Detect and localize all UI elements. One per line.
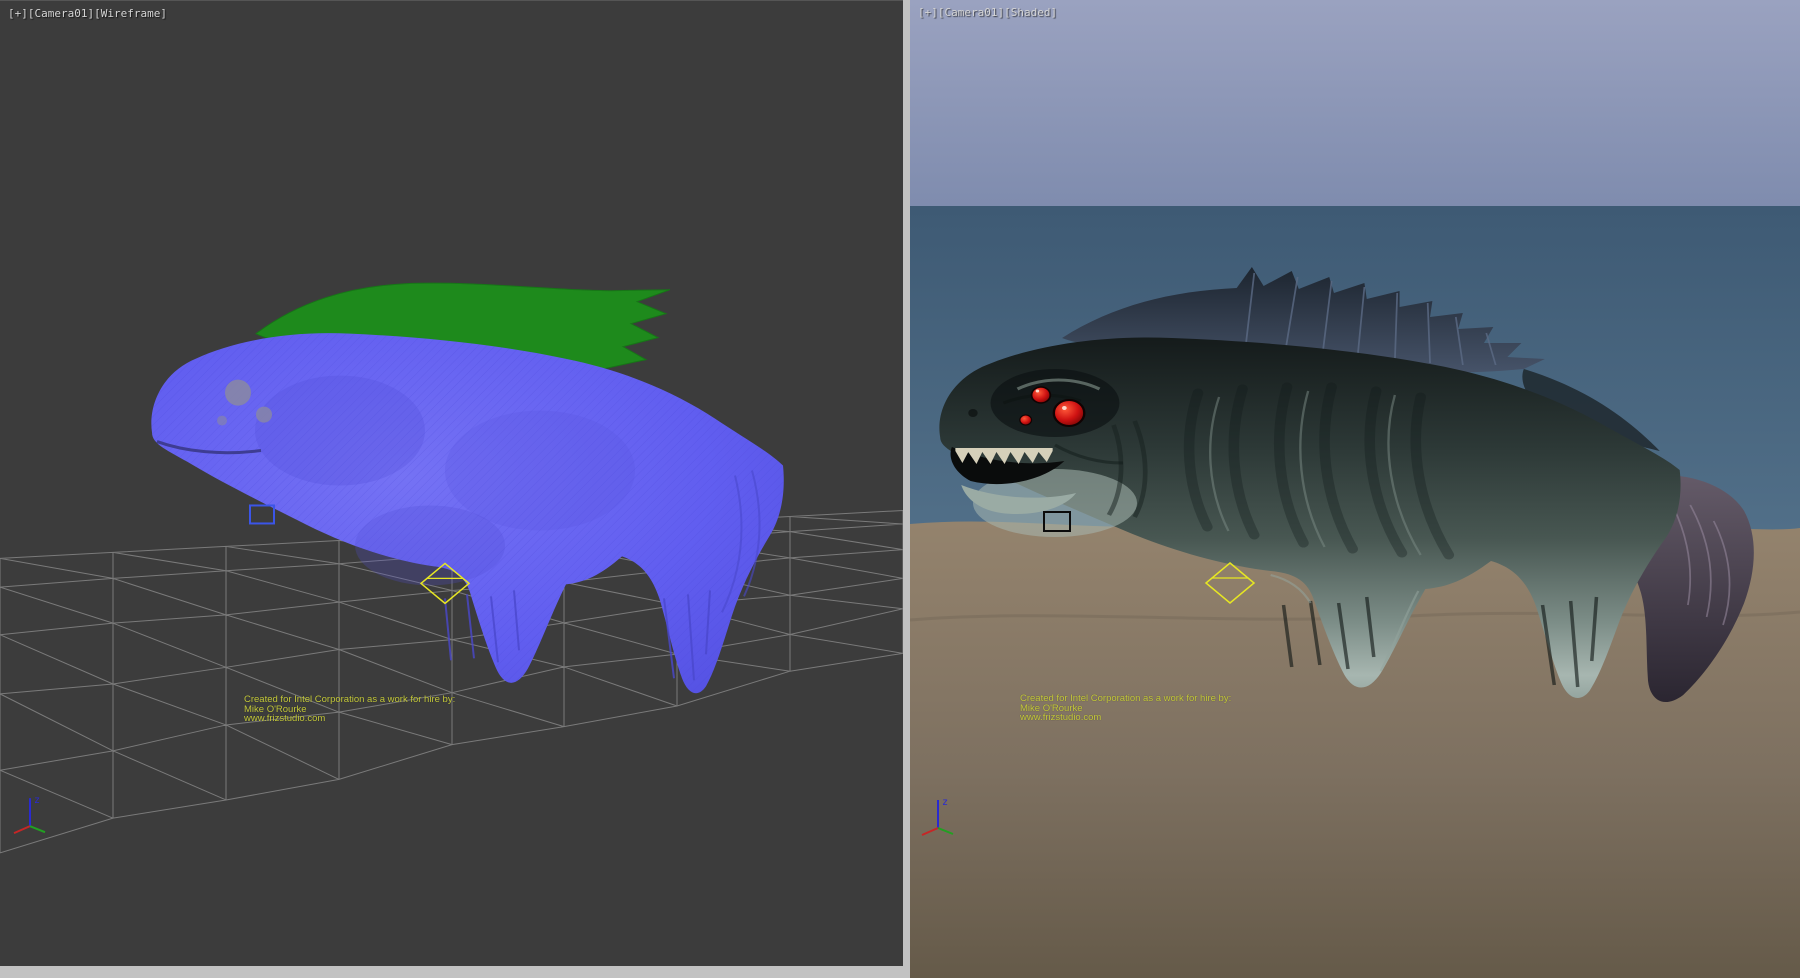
eye-spot	[217, 416, 227, 426]
viewport-camera-button[interactable]: [Camera01]	[28, 7, 94, 20]
sky-background	[910, 0, 1800, 206]
viewport-splitter[interactable]	[903, 0, 910, 978]
nostril	[968, 409, 977, 417]
eye-main	[1054, 400, 1084, 426]
credit-text: Created for Intel Corporation as a work …	[244, 695, 455, 724]
eye-glint	[1062, 406, 1067, 410]
credit-text: Created for Intel Corporation as a work …	[1020, 694, 1231, 723]
shaded-scene: z	[910, 0, 1800, 978]
viewport-label-right: [+][Camera01][Shaded]	[918, 6, 1057, 19]
credit-line: www.frizstudio.com	[244, 714, 455, 724]
viewport-label-left: [+][Camera01][Wireframe]	[8, 7, 167, 20]
fish-model-wireframe[interactable]	[151, 283, 783, 693]
body-shading-patch	[355, 505, 505, 585]
eye-glint	[1036, 390, 1040, 393]
axis-z-label: z	[34, 795, 40, 806]
viewport-shading-button[interactable]: [Shaded]	[1004, 6, 1057, 19]
viewport-menu-button[interactable]: [+]	[8, 7, 28, 20]
credit-line: www.frizstudio.com	[1020, 713, 1231, 723]
wireframe-scene: z	[0, 1, 903, 966]
viewport-shaded[interactable]: [+][Camera01][Shaded]	[910, 0, 1800, 978]
axis-z-label: z	[942, 797, 948, 808]
eye-third	[1020, 415, 1032, 425]
bottom-border	[0, 966, 903, 978]
selection-bracket[interactable]	[250, 505, 274, 523]
eye-spot	[225, 380, 251, 406]
world-axis-tripod: z	[14, 795, 45, 833]
viewport-menu-button[interactable]: [+]	[918, 6, 938, 19]
viewport-shading-button[interactable]: [Wireframe]	[94, 7, 167, 20]
viewport-wireframe[interactable]: [+][Camera01][Wireframe]	[0, 0, 903, 966]
viewport-camera-button[interactable]: [Camera01]	[938, 6, 1004, 19]
dual-viewport-screen: [+][Camera01][Wireframe]	[0, 0, 1800, 978]
eye-second	[1032, 387, 1051, 403]
eye-spot	[256, 407, 272, 423]
body-shading-patch	[445, 411, 635, 531]
body-shading-patch	[255, 376, 425, 486]
